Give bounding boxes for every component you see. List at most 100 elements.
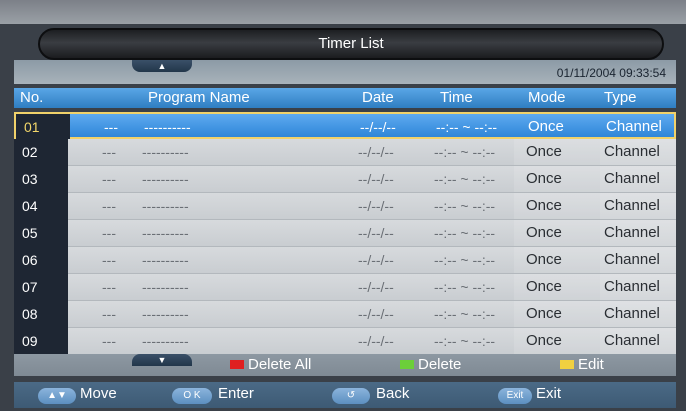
timer-date: --/--/--: [358, 306, 394, 322]
info-strip: ▲ 01/11/2004 09:33:54: [14, 60, 676, 84]
timer-date: --/--/--: [358, 279, 394, 295]
row-number: 02: [14, 139, 68, 166]
screen-top-band: [0, 0, 686, 24]
color-key-bar: ▼ Delete All Delete Edit: [14, 354, 676, 376]
timer-date: --/--/--: [358, 225, 394, 241]
ok-key-icon[interactable]: O K: [172, 388, 212, 404]
timer-date: --/--/--: [358, 171, 394, 187]
edit-label: Edit: [578, 356, 604, 373]
row-number: 01: [16, 114, 70, 141]
timer-time: --:-- ~ --:--: [434, 225, 496, 241]
timer-time: --:-- ~ --:--: [434, 333, 496, 349]
timer-time: --:-- ~ --:--: [436, 119, 498, 135]
timer-time: --:-- ~ --:--: [434, 252, 496, 268]
timer-type: Channel: [604, 251, 660, 268]
timer-type: Channel: [604, 197, 660, 214]
table-row[interactable]: 08 --- ---------- --/--/-- --:-- ~ --:-- Once…: [14, 301, 676, 328]
timer-mode: Once: [526, 332, 562, 349]
exit-label: Exit: [536, 385, 562, 402]
table-row[interactable]: 07 --- ---------- --/--/-- --:-- ~ --:-- Once…: [14, 274, 676, 301]
program-name: ----------: [142, 252, 189, 268]
tv-screen: Timer List ▲ 01/11/2004 09:33:54 No. Pro…: [0, 0, 686, 411]
timer-date: --/--/--: [358, 252, 394, 268]
back-key-icon[interactable]: ↺: [332, 388, 370, 404]
delete-hint[interactable]: Delete: [400, 356, 461, 373]
timer-time: --:-- ~ --:--: [434, 198, 496, 214]
scroll-up-icon[interactable]: ▲: [132, 60, 192, 72]
channel-number: ---: [102, 225, 116, 241]
timer-time: --:-- ~ --:--: [434, 171, 496, 187]
table-row[interactable]: 01 --- ---------- --/--/-- --:-- ~ --:-- Once…: [14, 112, 676, 141]
column-header-time: Time: [440, 89, 473, 106]
timer-type: Channel: [604, 170, 660, 187]
timer-time: --:-- ~ --:--: [434, 279, 496, 295]
delete-label: Delete: [418, 356, 462, 373]
timer-type: Channel: [604, 305, 660, 322]
delete-all-hint[interactable]: Delete All: [230, 356, 311, 373]
timer-time: --:-- ~ --:--: [434, 144, 496, 160]
channel-number: ---: [102, 252, 116, 268]
table-row[interactable]: 09 --- ---------- --/--/-- --:-- ~ --:-- Once…: [14, 328, 676, 355]
program-name: ----------: [142, 333, 189, 349]
table-header: No. Program Name Date Time Mode Type: [14, 88, 676, 108]
timer-mode: Once: [526, 143, 562, 160]
program-name: ----------: [142, 225, 189, 241]
timer-mode: Once: [526, 224, 562, 241]
row-number: 09: [14, 328, 68, 355]
row-number: 03: [14, 166, 68, 193]
red-key-icon: [230, 360, 244, 369]
program-name: ----------: [144, 119, 191, 135]
timer-mode: Once: [526, 170, 562, 187]
program-name: ----------: [142, 279, 189, 295]
channel-number: ---: [102, 198, 116, 214]
column-header-no: No.: [20, 89, 44, 106]
navigation-key-bar: ▲▼ Move O K Enter ↺ Back Exit Exit: [14, 382, 676, 408]
column-header-type: Type: [604, 89, 637, 106]
timer-type: Channel: [604, 278, 660, 295]
program-name: ----------: [142, 198, 189, 214]
column-header-date: Date: [362, 89, 394, 106]
timer-type: Channel: [606, 118, 662, 135]
timer-date: --/--/--: [358, 333, 394, 349]
timer-type: Channel: [604, 143, 660, 160]
table-row[interactable]: 03 --- ---------- --/--/-- --:-- ~ --:-- Once…: [14, 166, 676, 193]
table-row[interactable]: 02 --- ---------- --/--/-- --:-- ~ --:-- Once…: [14, 139, 676, 166]
timer-type: Channel: [604, 224, 660, 241]
channel-number: ---: [102, 306, 116, 322]
timer-mode: Once: [526, 278, 562, 295]
edit-hint[interactable]: Edit: [560, 356, 604, 373]
timer-time: --:-- ~ --:--: [434, 306, 496, 322]
column-header-mode: Mode: [528, 89, 566, 106]
timer-date: --/--/--: [358, 198, 394, 214]
channel-number: ---: [104, 119, 118, 135]
timer-date: --/--/--: [358, 144, 394, 160]
row-number: 04: [14, 193, 68, 220]
table-row[interactable]: 05 --- ---------- --/--/-- --:-- ~ --:-- Once…: [14, 220, 676, 247]
program-name: ----------: [142, 306, 189, 322]
move-key-icon[interactable]: ▲▼: [38, 388, 76, 404]
current-datetime: 01/11/2004 09:33:54: [556, 66, 666, 80]
table-row[interactable]: 06 --- ---------- --/--/-- --:-- ~ --:-- Once…: [14, 247, 676, 274]
column-header-program: Program Name: [148, 89, 250, 106]
channel-number: ---: [102, 144, 116, 160]
yellow-key-icon: [560, 360, 574, 369]
row-number: 07: [14, 274, 68, 301]
timer-mode: Once: [528, 118, 564, 135]
green-key-icon: [400, 360, 414, 369]
scroll-down-icon[interactable]: ▼: [132, 354, 192, 366]
back-label: Back: [376, 385, 410, 402]
program-name: ----------: [142, 144, 189, 160]
channel-number: ---: [102, 279, 116, 295]
timer-mode: Once: [526, 305, 562, 322]
row-number: 08: [14, 301, 68, 328]
timer-type: Channel: [604, 332, 660, 349]
timer-mode: Once: [526, 197, 562, 214]
timer-date: --/--/--: [360, 119, 396, 135]
move-label: Move: [80, 385, 117, 402]
row-number: 06: [14, 247, 68, 274]
delete-all-label: Delete All: [248, 356, 312, 373]
timer-mode: Once: [526, 251, 562, 268]
row-number: 05: [14, 220, 68, 247]
table-row[interactable]: 04 --- ---------- --/--/-- --:-- ~ --:-- Once…: [14, 193, 676, 220]
exit-key-icon[interactable]: Exit: [498, 388, 532, 404]
